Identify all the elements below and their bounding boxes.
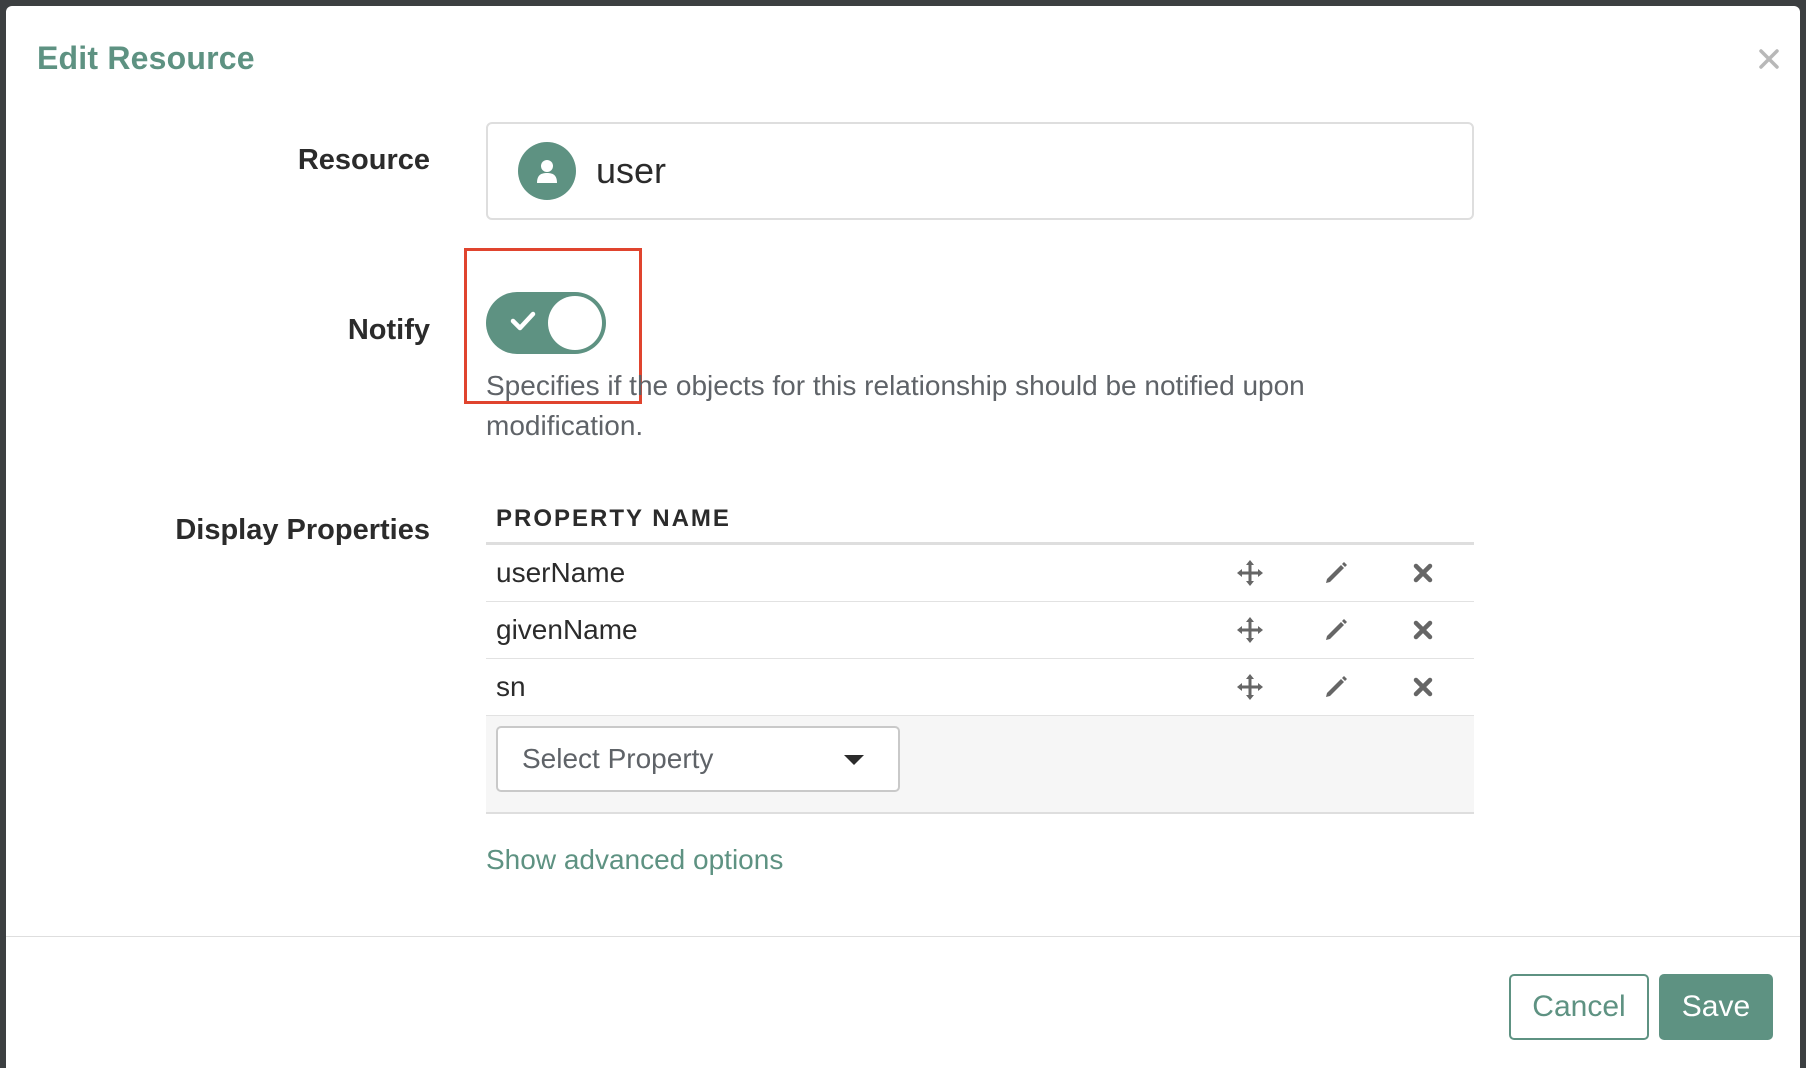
- caret-down-icon: [844, 755, 864, 765]
- user-icon: [518, 142, 576, 200]
- edit-button[interactable]: [1316, 610, 1356, 650]
- delete-icon: [1413, 563, 1433, 583]
- properties-table: PROPERTY NAME userName givenName sn Sele…: [486, 496, 1474, 814]
- pencil-icon: [1326, 562, 1347, 583]
- resource-name: user: [596, 150, 667, 191]
- move-icon: [1237, 617, 1263, 643]
- cancel-button[interactable]: Cancel: [1509, 974, 1649, 1040]
- select-property-dropdown[interactable]: Select Property: [496, 726, 900, 792]
- edit-button[interactable]: [1316, 553, 1356, 593]
- delete-button[interactable]: [1403, 667, 1443, 707]
- move-button[interactable]: [1230, 610, 1270, 650]
- select-property-placeholder: Select Property: [522, 743, 714, 774]
- delete-icon: [1413, 677, 1433, 697]
- edit-button[interactable]: [1316, 667, 1356, 707]
- delete-button[interactable]: [1403, 610, 1443, 650]
- add-property-row: Select Property: [486, 716, 1474, 814]
- edit-resource-dialog: Edit Resource Resource user Notify Speci…: [6, 6, 1800, 1068]
- move-button[interactable]: [1230, 553, 1270, 593]
- close-icon: [1759, 49, 1779, 69]
- save-button[interactable]: Save: [1659, 974, 1773, 1040]
- resource-label: Resource: [297, 144, 430, 176]
- move-icon: [1237, 560, 1263, 586]
- move-icon: [1237, 674, 1263, 700]
- footer-divider: [6, 936, 1800, 937]
- delete-button[interactable]: [1403, 553, 1443, 593]
- move-button[interactable]: [1230, 667, 1270, 707]
- notify-label: Notify: [347, 314, 430, 346]
- show-advanced-options-link[interactable]: Show advanced options: [486, 844, 783, 876]
- delete-icon: [1413, 620, 1433, 640]
- notify-help-text: Specifies if the objects for this relati…: [486, 370, 1305, 441]
- property-name: sn: [496, 671, 526, 702]
- column-header-property-name: PROPERTY NAME: [486, 496, 1474, 545]
- table-row: userName: [486, 545, 1474, 602]
- toggle-knob: [548, 296, 602, 350]
- notify-toggle[interactable]: [486, 292, 606, 354]
- dialog-title: Edit Resource: [37, 40, 255, 76]
- table-row: givenName: [486, 602, 1474, 659]
- pencil-icon: [1326, 676, 1347, 697]
- display-properties-label: Display Properties: [175, 514, 430, 546]
- resource-field: user: [486, 122, 1474, 220]
- check-icon: [510, 311, 536, 331]
- pencil-icon: [1326, 619, 1347, 640]
- close-button[interactable]: [1752, 42, 1786, 76]
- property-name: userName: [496, 557, 626, 588]
- property-name: givenName: [496, 614, 638, 645]
- table-row: sn: [486, 659, 1474, 716]
